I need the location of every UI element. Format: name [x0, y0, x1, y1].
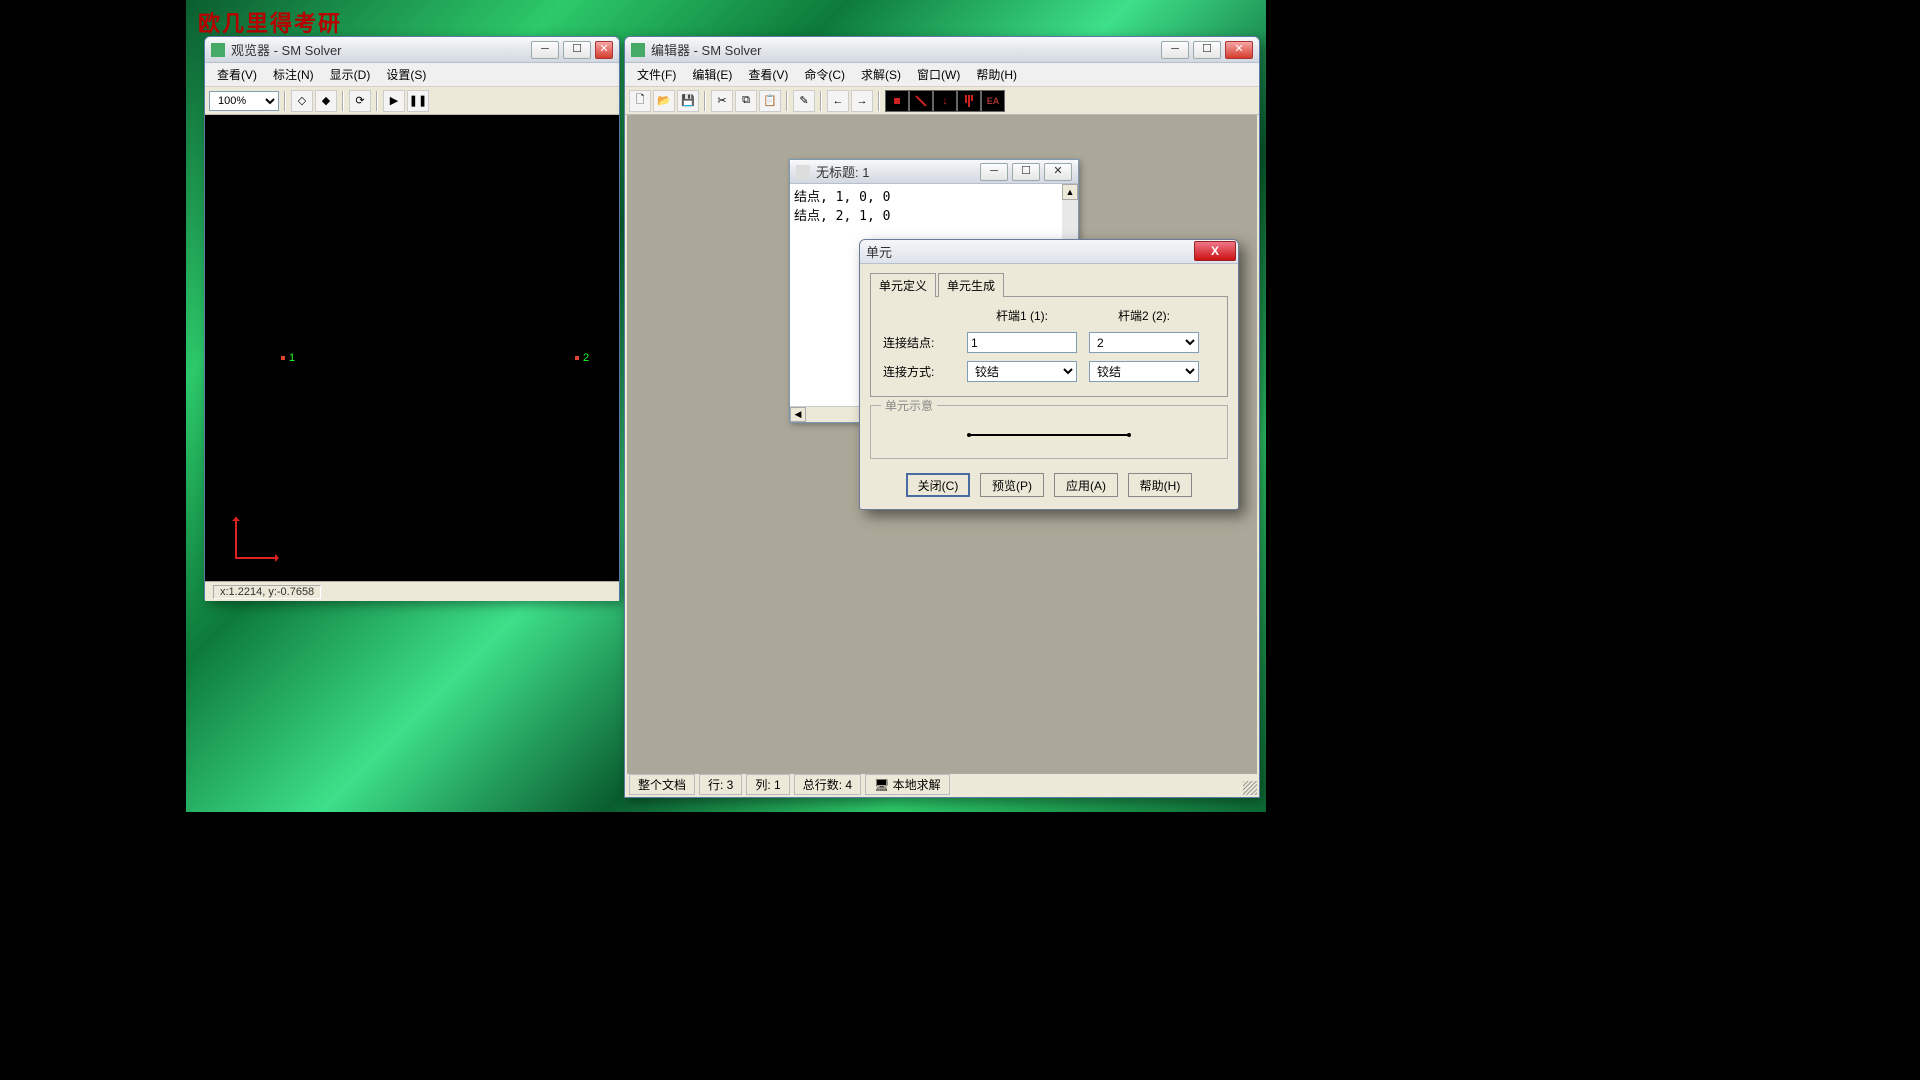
dialog-tabstrip: 单元定义 单元生成: [860, 264, 1238, 296]
forward-icon[interactable]: →: [851, 90, 873, 112]
close-dialog-button[interactable]: 关闭(C): [906, 473, 970, 497]
combo-type-end2[interactable]: 铰结: [1089, 361, 1199, 382]
status-mode: 🖥 本地求解: [865, 774, 950, 795]
save-file-icon[interactable]: 💾: [677, 90, 699, 112]
dialog-button-row: 关闭(C) 预览(P) 应用(A) 帮助(H): [860, 469, 1238, 509]
menu-edit[interactable]: 编辑(E): [684, 64, 740, 85]
menu-file[interactable]: 文件(F): [629, 64, 684, 85]
menu-window[interactable]: 窗口(W): [909, 64, 968, 85]
menu-annotate[interactable]: 标注(N): [265, 64, 322, 85]
minimize-button[interactable]: ─: [531, 41, 559, 59]
tab-element-define[interactable]: 单元定义: [870, 273, 936, 297]
app-icon: [211, 43, 225, 57]
label-connect-type: 连接方式:: [883, 363, 955, 380]
status-scope: 整个文档: [629, 774, 695, 795]
combo-type-end1[interactable]: 铰结: [967, 361, 1077, 382]
column-head-end1: 杆端1 (1):: [967, 307, 1077, 324]
fit-height-icon[interactable]: ◆: [315, 90, 337, 112]
minimize-button[interactable]: ─: [1161, 41, 1189, 59]
fit-width-icon[interactable]: ◇: [291, 90, 313, 112]
menu-solve[interactable]: 求解(S): [853, 64, 909, 85]
child-title-text: 无标题: 1: [816, 162, 869, 181]
status-total: 总行数: 4: [794, 774, 861, 795]
viewer-toolbar: 100% ◇ ◆ ⟳ ▶ ❚❚: [205, 87, 619, 115]
back-icon[interactable]: ←: [827, 90, 849, 112]
menu-display[interactable]: 显示(D): [322, 64, 379, 85]
label-connect-node: 连接结点:: [883, 334, 955, 351]
editor-menubar: 文件(F) 编辑(E) 查看(V) 命令(C) 求解(S) 窗口(W) 帮助(H…: [625, 63, 1259, 87]
zoom-combo[interactable]: 100%: [209, 91, 279, 111]
paste-icon[interactable]: 📋: [759, 90, 781, 112]
combo-node-end1[interactable]: [967, 332, 1077, 353]
tab-element-generate[interactable]: 单元生成: [938, 273, 1004, 297]
ea-tool-icon[interactable]: EA: [981, 90, 1005, 112]
preview-legend: 单元示意: [881, 397, 937, 414]
tab-pane-define: 杆端1 (1): 杆端2 (2): 连接结点: 2 连接方式: 铰结 铰结: [870, 296, 1228, 397]
load-tool-icon[interactable]: ↓: [933, 90, 957, 112]
combo-node-end2[interactable]: 2: [1089, 332, 1199, 353]
viewer-window: 观览器 - SM Solver ─ ☐ ✕ 查看(V) 标注(N) 显示(D) …: [204, 36, 620, 600]
canvas-node-1: 1: [281, 352, 295, 364]
scroll-left-button[interactable]: ◀: [790, 407, 806, 422]
properties-icon[interactable]: ✎: [793, 90, 815, 112]
editor-title-text: 编辑器 - SM Solver: [651, 40, 762, 59]
viewer-statusbar: x:1.2214, y:-0.7658: [205, 581, 619, 601]
refresh-icon[interactable]: ⟳: [349, 90, 371, 112]
cursor-coords: x:1.2214, y:-0.7658: [213, 585, 321, 599]
menu-command[interactable]: 命令(C): [796, 64, 853, 85]
help-button[interactable]: 帮助(H): [1128, 473, 1192, 497]
apply-button[interactable]: 应用(A): [1054, 473, 1118, 497]
viewer-canvas[interactable]: 1 2: [205, 115, 619, 581]
dialog-close-button[interactable]: X: [1194, 241, 1236, 261]
cut-icon[interactable]: ✂: [711, 90, 733, 112]
child-close-button[interactable]: ✕: [1044, 163, 1072, 181]
close-button[interactable]: ✕: [1225, 41, 1253, 59]
child-maximize-button[interactable]: ☐: [1012, 163, 1040, 181]
diagram-tool-icon[interactable]: [957, 90, 981, 112]
editor-toolbar: 🗋 📂 💾 ✂ ⧉ 📋 ✎ ← → ↓ EA: [625, 87, 1259, 115]
menu-help[interactable]: 帮助(H): [968, 64, 1025, 85]
editor-titlebar[interactable]: 编辑器 - SM Solver ─ ☐ ✕: [625, 37, 1259, 63]
watermark-text: 欧几里得考研: [198, 6, 342, 38]
status-col: 列: 1: [746, 774, 789, 795]
app-icon: [631, 43, 645, 57]
viewer-titlebar[interactable]: 观览器 - SM Solver ─ ☐ ✕: [205, 37, 619, 63]
editor-statusbar: 整个文档 行: 3 列: 1 总行数: 4 🖥 本地求解: [627, 773, 1257, 795]
video-frame: 欧几里得考研 观览器 - SM Solver ─ ☐ ✕ 查看(V) 标注(N)…: [186, 0, 1266, 812]
viewer-title-text: 观览器 - SM Solver: [231, 40, 342, 59]
preview-beam-icon: [969, 434, 1129, 436]
element-dialog: 单元 X 单元定义 单元生成 杆端1 (1): 杆端2 (2): 连接结点:: [859, 239, 1239, 510]
open-file-icon[interactable]: 📂: [653, 90, 675, 112]
dialog-title-text: 单元: [866, 242, 892, 261]
mdi-client-area: 无标题: 1 ─ ☐ ✕ 结点, 1, 0, 0 结点, 2, 1, 0 ▲ ◀: [627, 115, 1257, 773]
maximize-button[interactable]: ☐: [563, 41, 591, 59]
pause-icon[interactable]: ❚❚: [407, 90, 429, 112]
column-head-end2: 杆端2 (2):: [1089, 307, 1199, 324]
new-file-icon[interactable]: 🗋: [629, 90, 651, 112]
node-tool-icon[interactable]: [885, 90, 909, 112]
resize-grip[interactable]: [1243, 781, 1257, 795]
status-row: 行: 3: [699, 774, 742, 795]
child-minimize-button[interactable]: ─: [980, 163, 1008, 181]
menu-settings[interactable]: 设置(S): [378, 64, 434, 85]
doc-icon: [796, 165, 810, 179]
menu-view[interactable]: 查看(V): [740, 64, 796, 85]
scroll-up-button[interactable]: ▲: [1062, 184, 1078, 200]
dialog-titlebar[interactable]: 单元 X: [860, 240, 1238, 264]
child-titlebar[interactable]: 无标题: 1 ─ ☐ ✕: [790, 160, 1078, 184]
element-tool-icon[interactable]: [909, 90, 933, 112]
maximize-button[interactable]: ☐: [1193, 41, 1221, 59]
canvas-node-2: 2: [575, 352, 589, 364]
close-button[interactable]: ✕: [595, 41, 613, 59]
preview-groupbox: 单元示意: [870, 405, 1228, 459]
editor-window: 编辑器 - SM Solver ─ ☐ ✕ 文件(F) 编辑(E) 查看(V) …: [624, 36, 1260, 798]
play-icon[interactable]: ▶: [383, 90, 405, 112]
viewer-menubar: 查看(V) 标注(N) 显示(D) 设置(S): [205, 63, 619, 87]
menu-view[interactable]: 查看(V): [209, 64, 265, 85]
copy-icon[interactable]: ⧉: [735, 90, 757, 112]
preview-button[interactable]: 预览(P): [980, 473, 1044, 497]
